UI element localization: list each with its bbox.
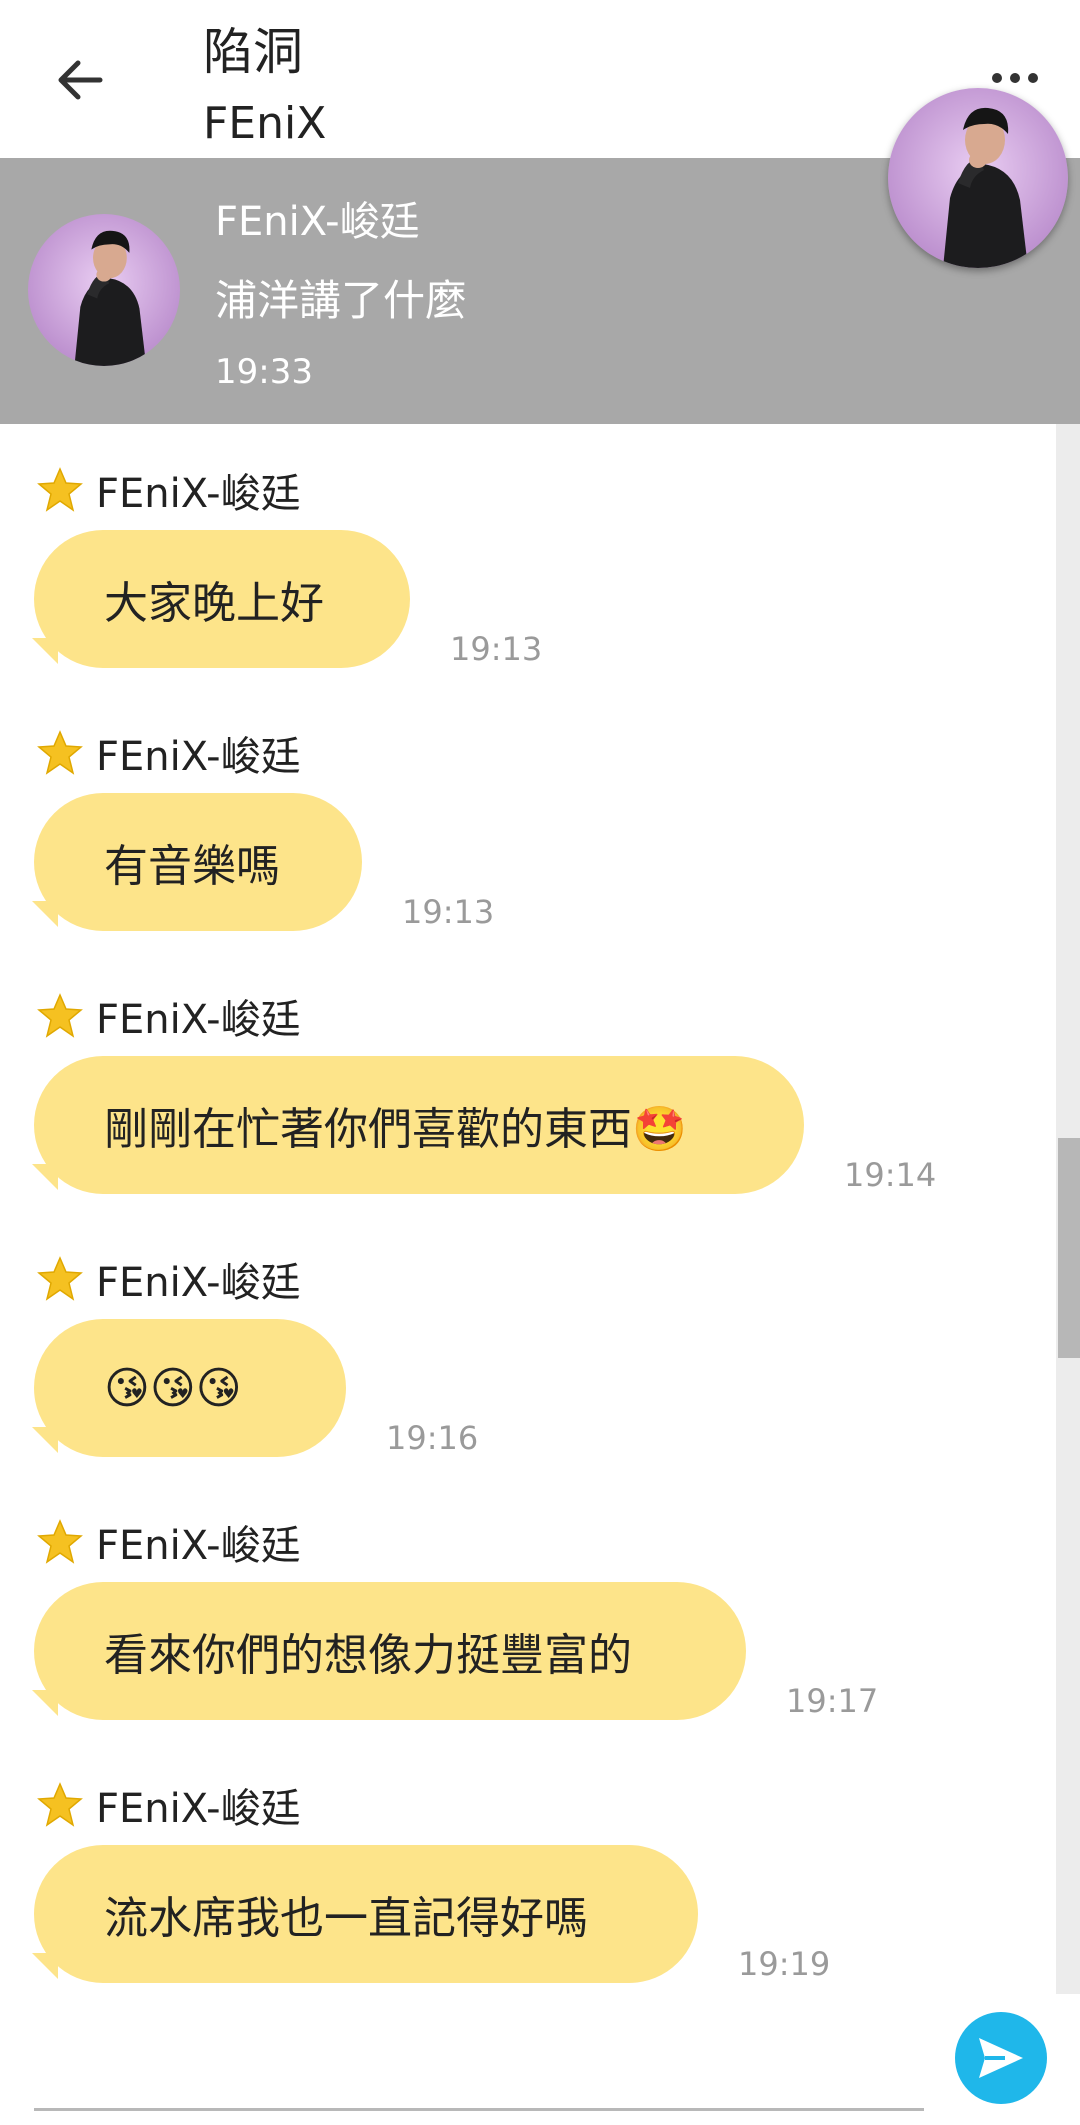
more-horizontal-icon <box>992 73 1002 83</box>
message-text: 😘😘😘 <box>104 1362 242 1414</box>
send-icon <box>979 2038 1023 2078</box>
message-text: 剛剛在忙著你們喜歡的東西🤩 <box>104 1104 687 1155</box>
message-sender: FEniX-峻廷 <box>36 462 301 518</box>
message-sender: FEniX-峻廷 <box>36 1251 301 1307</box>
back-button[interactable] <box>40 40 120 120</box>
pinned-sender-name: FEniX-峻廷 <box>215 199 420 245</box>
star-badge-icon <box>37 1519 83 1564</box>
message-time: 19:17 <box>786 1682 879 1720</box>
sender-name: FEniX-峻廷 <box>96 997 301 1043</box>
star-badge-icon <box>37 1782 83 1827</box>
arrow-left-icon <box>58 60 103 100</box>
message-time: 19:13 <box>450 630 543 668</box>
message-text: 流水席我也一直記得好嗎 <box>104 1893 588 1944</box>
more-dot <box>1028 73 1038 83</box>
message-text: 有音樂嗎 <box>104 841 280 892</box>
message-time: 19:19 <box>738 1945 831 1983</box>
star-badge-icon <box>37 730 83 775</box>
message-text: 看來你們的想像力挺豐富的 <box>104 1630 632 1681</box>
send-button[interactable] <box>955 2012 1047 2104</box>
sender-name: FEniX-峻廷 <box>96 1523 301 1569</box>
message-time: 19:13 <box>402 893 495 931</box>
message-sender: FEniX-峻廷 <box>36 1777 301 1833</box>
message-sender: FEniX-峻廷 <box>36 1514 301 1570</box>
message-sender: FEniX-峻廷 <box>36 988 301 1044</box>
profile-avatar[interactable] <box>888 88 1068 268</box>
star-badge-icon <box>37 467 83 512</box>
message-bubble[interactable]: 有音樂嗎 <box>34 793 362 931</box>
avatar-image <box>28 214 180 366</box>
avatar-image <box>888 88 1068 268</box>
star-badge-icon <box>37 1256 83 1301</box>
sender-name: FEniX-峻廷 <box>96 734 301 780</box>
chat-title: 陷洞 <box>203 23 303 81</box>
message-input[interactable] <box>34 2108 924 2111</box>
scrollbar-thumb[interactable] <box>1058 1138 1080 1358</box>
pinned-message-time: 19:33 <box>215 352 313 392</box>
message-sender: FEniX-峻廷 <box>36 725 301 781</box>
pinned-avatar <box>28 214 180 366</box>
message-bubble[interactable]: 大家晚上好 <box>34 530 410 668</box>
star-badge-icon <box>37 993 83 1038</box>
more-dot <box>1010 73 1020 83</box>
message-bubble[interactable]: 😘😘😘 <box>34 1319 346 1457</box>
sender-name: FEniX-峻廷 <box>96 1786 301 1832</box>
message-time: 19:14 <box>844 1156 937 1194</box>
pinned-message-text: 浦洋講了什麼 <box>215 276 468 325</box>
message-bubble[interactable]: 剛剛在忙著你們喜歡的東西🤩 <box>34 1056 804 1194</box>
message-time: 19:16 <box>386 1419 479 1457</box>
message-bubble[interactable]: 流水席我也一直記得好嗎 <box>34 1845 698 1983</box>
sender-name: FEniX-峻廷 <box>96 1260 301 1306</box>
chat-subtitle: FEniX <box>203 98 327 149</box>
sender-name: FEniX-峻廷 <box>96 471 301 517</box>
message-bubble[interactable]: 看來你們的想像力挺豐富的 <box>34 1582 746 1720</box>
message-text: 大家晚上好 <box>104 578 324 629</box>
